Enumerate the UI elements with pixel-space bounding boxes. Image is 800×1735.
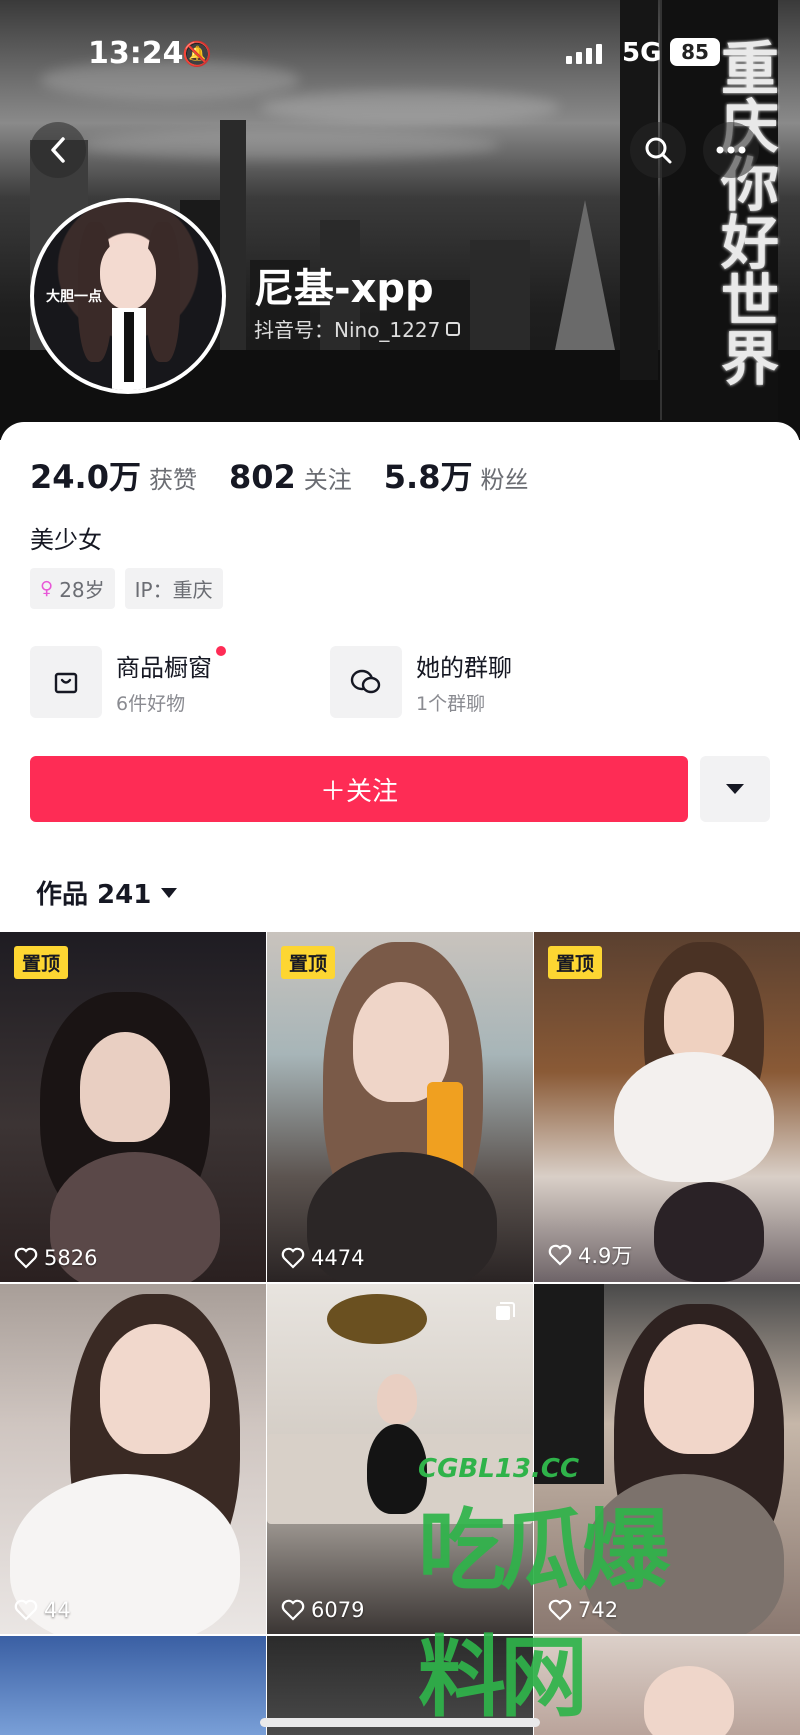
stat-followers[interactable]: 5.8万 粉丝 xyxy=(384,452,529,498)
heart-icon xyxy=(14,1599,38,1621)
stat-value: 802 xyxy=(228,458,296,496)
pinned-badge: 置顶 xyxy=(281,946,336,979)
video-thumbnail[interactable] xyxy=(0,1636,266,1735)
chevron-left-icon xyxy=(51,137,65,163)
stat-label: 获赞 xyxy=(148,466,197,494)
avatar-caption: 大胆一点 xyxy=(46,289,102,305)
like-count: 742 xyxy=(548,1598,618,1622)
like-count: 4474 xyxy=(281,1246,364,1270)
douyin-id-text: 抖音号：Nino_1227 xyxy=(254,318,441,342)
status-bar: 13:24 🔕 5G 85 xyxy=(0,0,800,110)
heart-icon xyxy=(281,1599,305,1621)
tab-works-label: 作品 241 xyxy=(36,880,152,910)
follow-button[interactable]: ＋关注 xyxy=(30,756,688,822)
tab-works[interactable]: 作品 241 xyxy=(36,874,178,911)
douyin-id[interactable]: 抖音号：Nino_1227 xyxy=(254,314,461,343)
video-thumbnail[interactable] xyxy=(534,1636,800,1735)
profile-name: 尼基-xpp xyxy=(254,266,434,312)
signal-icon xyxy=(566,42,602,64)
video-thumbnail[interactable]: 742 xyxy=(534,1284,800,1634)
stat-likes[interactable]: 24.0万 获赞 xyxy=(30,452,197,498)
stat-following[interactable]: 802 关注 xyxy=(229,458,352,496)
services-row: 商品橱窗 6件好物 她的群聊 1个群聊 xyxy=(30,646,770,718)
like-count: 44 xyxy=(14,1598,71,1622)
profile-tags: ♀ 28岁 IP：重庆 xyxy=(30,568,223,609)
avatar[interactable]: 大胆一点 xyxy=(30,198,226,394)
status-time: 13:24 xyxy=(88,36,184,71)
group-chat-subtitle: 1个群聊 xyxy=(416,693,486,715)
like-count: 5826 xyxy=(14,1246,97,1270)
female-icon: ♀ xyxy=(40,578,54,599)
ip-text: IP：重庆 xyxy=(134,578,213,602)
age-tag: ♀ 28岁 xyxy=(30,568,115,609)
video-grid: 置顶 5826 置顶 4474 置顶 4.9万 44 6079 742 xyxy=(0,932,800,1735)
shop-window-subtitle: 6件好物 xyxy=(116,693,186,715)
caret-down-icon xyxy=(161,887,178,898)
more-dots-icon xyxy=(716,146,746,154)
mute-icon: 🔕 xyxy=(182,40,212,68)
back-button[interactable] xyxy=(30,122,86,178)
heart-icon xyxy=(14,1247,38,1269)
more-options-button[interactable] xyxy=(703,122,759,178)
pinned-badge: 置顶 xyxy=(14,946,69,979)
home-indicator[interactable] xyxy=(260,1718,540,1727)
like-count: 4.9万 xyxy=(548,1240,632,1270)
search-button[interactable] xyxy=(630,122,686,178)
caret-down-icon xyxy=(726,784,744,794)
age-text: 28岁 xyxy=(59,578,105,602)
stat-label: 关注 xyxy=(303,466,352,494)
chat-bubbles-icon xyxy=(330,646,402,718)
search-icon xyxy=(645,137,672,164)
stats-row: 24.0万 获赞 802 关注 5.8万 粉丝 xyxy=(30,452,560,498)
stat-value: 5.8万 xyxy=(383,458,473,496)
video-thumbnail[interactable]: 6079 xyxy=(267,1284,533,1634)
multi-image-icon xyxy=(496,1302,515,1320)
heart-icon xyxy=(548,1244,572,1266)
group-chat-title: 她的群聊 xyxy=(416,654,512,682)
shop-window-entry[interactable]: 商品橱窗 6件好物 xyxy=(30,646,290,718)
stat-label: 粉丝 xyxy=(480,466,529,494)
bio-text: 美少女 xyxy=(30,526,102,554)
video-thumbnail[interactable]: 44 xyxy=(0,1284,266,1634)
video-thumbnail[interactable]: 置顶 4.9万 xyxy=(534,932,800,1282)
more-actions-dropdown[interactable] xyxy=(700,756,770,822)
red-dot-badge xyxy=(216,646,226,656)
stat-value: 24.0万 xyxy=(30,458,141,496)
heart-icon xyxy=(548,1599,572,1621)
shop-window-title: 商品橱窗 xyxy=(116,646,226,683)
ip-tag: IP：重庆 xyxy=(124,568,223,609)
shopping-bag-icon xyxy=(30,646,102,718)
network-type: 5G xyxy=(622,38,662,68)
video-thumbnail[interactable]: 置顶 4474 xyxy=(267,932,533,1282)
video-thumbnail[interactable]: 置顶 5826 xyxy=(0,932,266,1282)
like-count: 6079 xyxy=(281,1598,364,1622)
group-chat-entry[interactable]: 她的群聊 1个群聊 xyxy=(330,646,590,718)
pinned-badge: 置顶 xyxy=(548,946,603,979)
heart-icon xyxy=(281,1247,305,1269)
battery-level: 85 xyxy=(670,38,720,66)
copy-icon[interactable] xyxy=(446,321,461,336)
